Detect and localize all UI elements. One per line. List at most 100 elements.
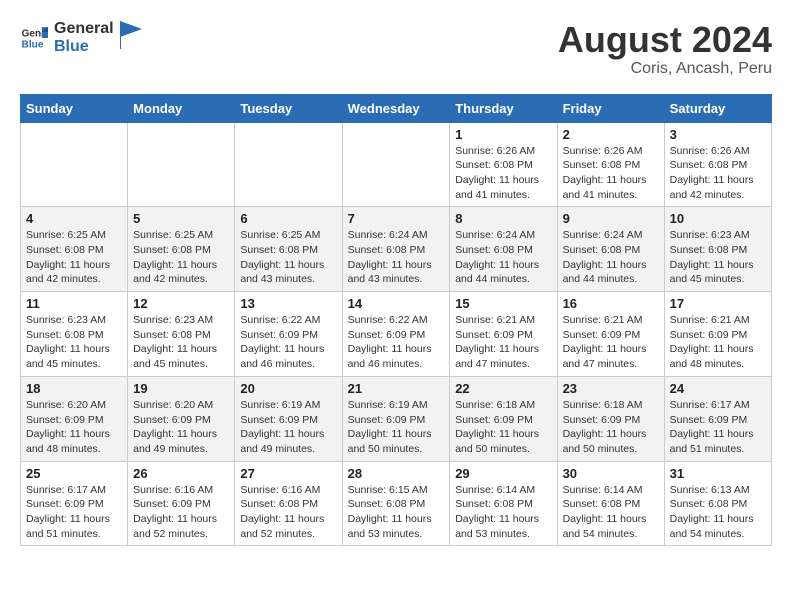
day-number: 11 <box>26 296 122 311</box>
day-detail: Sunrise: 6:23 AM Sunset: 6:08 PM Dayligh… <box>670 228 766 287</box>
day-number: 15 <box>455 296 551 311</box>
svg-text:Blue: Blue <box>22 39 44 50</box>
calendar-cell <box>21 122 128 207</box>
day-number: 9 <box>563 211 659 226</box>
logo: General Blue General Blue <box>20 20 142 55</box>
day-number: 21 <box>348 381 445 396</box>
day-detail: Sunrise: 6:14 AM Sunset: 6:08 PM Dayligh… <box>563 483 659 542</box>
calendar-cell <box>342 122 450 207</box>
day-detail: Sunrise: 6:23 AM Sunset: 6:08 PM Dayligh… <box>26 313 122 372</box>
calendar-cell: 12 Sunrise: 6:23 AM Sunset: 6:08 PM Dayli… <box>128 292 235 377</box>
calendar-cell: 2 Sunrise: 6:26 AM Sunset: 6:08 PM Daylig… <box>557 122 664 207</box>
page-header: General Blue General Blue August 2024 Co… <box>20 20 772 78</box>
calendar-cell: 1 Sunrise: 6:26 AM Sunset: 6:08 PM Daylig… <box>450 122 557 207</box>
day-detail: Sunrise: 6:14 AM Sunset: 6:08 PM Dayligh… <box>455 483 551 542</box>
calendar-week-row: 25 Sunrise: 6:17 AM Sunset: 6:09 PM Dayli… <box>21 461 772 546</box>
day-detail: Sunrise: 6:24 AM Sunset: 6:08 PM Dayligh… <box>563 228 659 287</box>
calendar-cell: 16Sunrise: 6:21 AM Sunset: 6:09 PM Dayli… <box>557 292 664 377</box>
calendar-week-row: 11 Sunrise: 6:23 AM Sunset: 6:08 PM Dayli… <box>21 292 772 377</box>
calendar-cell: 29Sunrise: 6:14 AM Sunset: 6:08 PM Dayli… <box>450 461 557 546</box>
day-number: 16 <box>563 296 659 311</box>
day-number: 2 <box>563 127 659 142</box>
day-detail: Sunrise: 6:26 AM Sunset: 6:08 PM Dayligh… <box>455 144 551 203</box>
day-number: 17 <box>670 296 766 311</box>
day-detail: Sunrise: 6:19 AM Sunset: 6:09 PM Dayligh… <box>240 398 336 457</box>
calendar-cell: 27 Sunrise: 6:16 AM Sunset: 6:08 PM Dayli… <box>235 461 342 546</box>
header-friday: Friday <box>557 94 664 122</box>
calendar-cell: 28 Sunrise: 6:15 AM Sunset: 6:08 PM Dayli… <box>342 461 450 546</box>
day-detail: Sunrise: 6:19 AM Sunset: 6:09 PM Dayligh… <box>348 398 445 457</box>
day-detail: Sunrise: 6:25 AM Sunset: 6:08 PM Dayligh… <box>133 228 229 287</box>
day-detail: Sunrise: 6:13 AM Sunset: 6:08 PM Dayligh… <box>670 483 766 542</box>
day-detail: Sunrise: 6:23 AM Sunset: 6:08 PM Dayligh… <box>133 313 229 372</box>
calendar-week-row: 4 Sunrise: 6:25 AM Sunset: 6:08 PM Daylig… <box>21 207 772 292</box>
calendar-cell: 13Sunrise: 6:22 AM Sunset: 6:09 PM Dayli… <box>235 292 342 377</box>
day-detail: Sunrise: 6:25 AM Sunset: 6:08 PM Dayligh… <box>240 228 336 287</box>
calendar-cell: 30Sunrise: 6:14 AM Sunset: 6:08 PM Dayli… <box>557 461 664 546</box>
calendar-cell: 8 Sunrise: 6:24 AM Sunset: 6:08 PM Daylig… <box>450 207 557 292</box>
calendar-cell: 26 Sunrise: 6:16 AM Sunset: 6:09 PM Dayli… <box>128 461 235 546</box>
calendar-cell: 19Sunrise: 6:20 AM Sunset: 6:09 PM Dayli… <box>128 376 235 461</box>
calendar-cell: 11 Sunrise: 6:23 AM Sunset: 6:08 PM Dayli… <box>21 292 128 377</box>
day-number: 4 <box>26 211 122 226</box>
day-number: 26 <box>133 466 229 481</box>
day-number: 5 <box>133 211 229 226</box>
day-number: 12 <box>133 296 229 311</box>
calendar-cell: 22 Sunrise: 6:18 AM Sunset: 6:09 PM Dayli… <box>450 376 557 461</box>
day-detail: Sunrise: 6:20 AM Sunset: 6:09 PM Dayligh… <box>26 398 122 457</box>
day-number: 8 <box>455 211 551 226</box>
header-tuesday: Tuesday <box>235 94 342 122</box>
calendar-cell: 10Sunrise: 6:23 AM Sunset: 6:08 PM Dayli… <box>664 207 771 292</box>
day-detail: Sunrise: 6:26 AM Sunset: 6:08 PM Dayligh… <box>670 144 766 203</box>
header-saturday: Saturday <box>664 94 771 122</box>
day-number: 1 <box>455 127 551 142</box>
logo-icon: General Blue <box>20 24 48 52</box>
day-number: 3 <box>670 127 766 142</box>
calendar-cell: 9 Sunrise: 6:24 AM Sunset: 6:08 PM Daylig… <box>557 207 664 292</box>
logo-blue-text: Blue <box>54 38 114 56</box>
day-number: 25 <box>26 466 122 481</box>
header-wednesday: Wednesday <box>342 94 450 122</box>
calendar-week-row: 1 Sunrise: 6:26 AM Sunset: 6:08 PM Daylig… <box>21 122 772 207</box>
day-detail: Sunrise: 6:18 AM Sunset: 6:09 PM Dayligh… <box>455 398 551 457</box>
calendar-cell: 5 Sunrise: 6:25 AM Sunset: 6:08 PM Daylig… <box>128 207 235 292</box>
day-number: 23 <box>563 381 659 396</box>
day-number: 18 <box>26 381 122 396</box>
calendar-cell: 7Sunrise: 6:24 AM Sunset: 6:08 PM Daylig… <box>342 207 450 292</box>
day-number: 27 <box>240 466 336 481</box>
day-detail: Sunrise: 6:16 AM Sunset: 6:09 PM Dayligh… <box>133 483 229 542</box>
title-area: August 2024 Coris, Ancash, Peru <box>558 20 772 78</box>
calendar-cell: 6 Sunrise: 6:25 AM Sunset: 6:08 PM Daylig… <box>235 207 342 292</box>
calendar-cell: 31 Sunrise: 6:13 AM Sunset: 6:08 PM Dayli… <box>664 461 771 546</box>
day-number: 31 <box>670 466 766 481</box>
day-detail: Sunrise: 6:24 AM Sunset: 6:08 PM Dayligh… <box>455 228 551 287</box>
day-number: 14 <box>348 296 445 311</box>
day-detail: Sunrise: 6:15 AM Sunset: 6:08 PM Dayligh… <box>348 483 445 542</box>
header-thursday: Thursday <box>450 94 557 122</box>
calendar-cell <box>128 122 235 207</box>
day-detail: Sunrise: 6:17 AM Sunset: 6:09 PM Dayligh… <box>670 398 766 457</box>
calendar-table: SundayMondayTuesdayWednesdayThursdayFrid… <box>20 94 772 547</box>
day-detail: Sunrise: 6:22 AM Sunset: 6:09 PM Dayligh… <box>348 313 445 372</box>
day-detail: Sunrise: 6:26 AM Sunset: 6:08 PM Dayligh… <box>563 144 659 203</box>
logo-flag-icon <box>120 21 142 49</box>
day-detail: Sunrise: 6:18 AM Sunset: 6:09 PM Dayligh… <box>563 398 659 457</box>
day-number: 20 <box>240 381 336 396</box>
day-number: 22 <box>455 381 551 396</box>
day-number: 19 <box>133 381 229 396</box>
day-number: 6 <box>240 211 336 226</box>
day-number: 28 <box>348 466 445 481</box>
main-title: August 2024 <box>558 20 772 60</box>
day-detail: Sunrise: 6:25 AM Sunset: 6:08 PM Dayligh… <box>26 228 122 287</box>
calendar-cell: 25 Sunrise: 6:17 AM Sunset: 6:09 PM Dayli… <box>21 461 128 546</box>
calendar-cell: 4 Sunrise: 6:25 AM Sunset: 6:08 PM Daylig… <box>21 207 128 292</box>
calendar-cell: 24Sunrise: 6:17 AM Sunset: 6:09 PM Dayli… <box>664 376 771 461</box>
day-detail: Sunrise: 6:21 AM Sunset: 6:09 PM Dayligh… <box>670 313 766 372</box>
logo-general-text: General <box>54 20 114 38</box>
calendar-cell <box>235 122 342 207</box>
day-number: 7 <box>348 211 445 226</box>
day-detail: Sunrise: 6:17 AM Sunset: 6:09 PM Dayligh… <box>26 483 122 542</box>
sub-title: Coris, Ancash, Peru <box>558 60 772 78</box>
calendar-cell: 14 Sunrise: 6:22 AM Sunset: 6:09 PM Dayli… <box>342 292 450 377</box>
day-detail: Sunrise: 6:16 AM Sunset: 6:08 PM Dayligh… <box>240 483 336 542</box>
